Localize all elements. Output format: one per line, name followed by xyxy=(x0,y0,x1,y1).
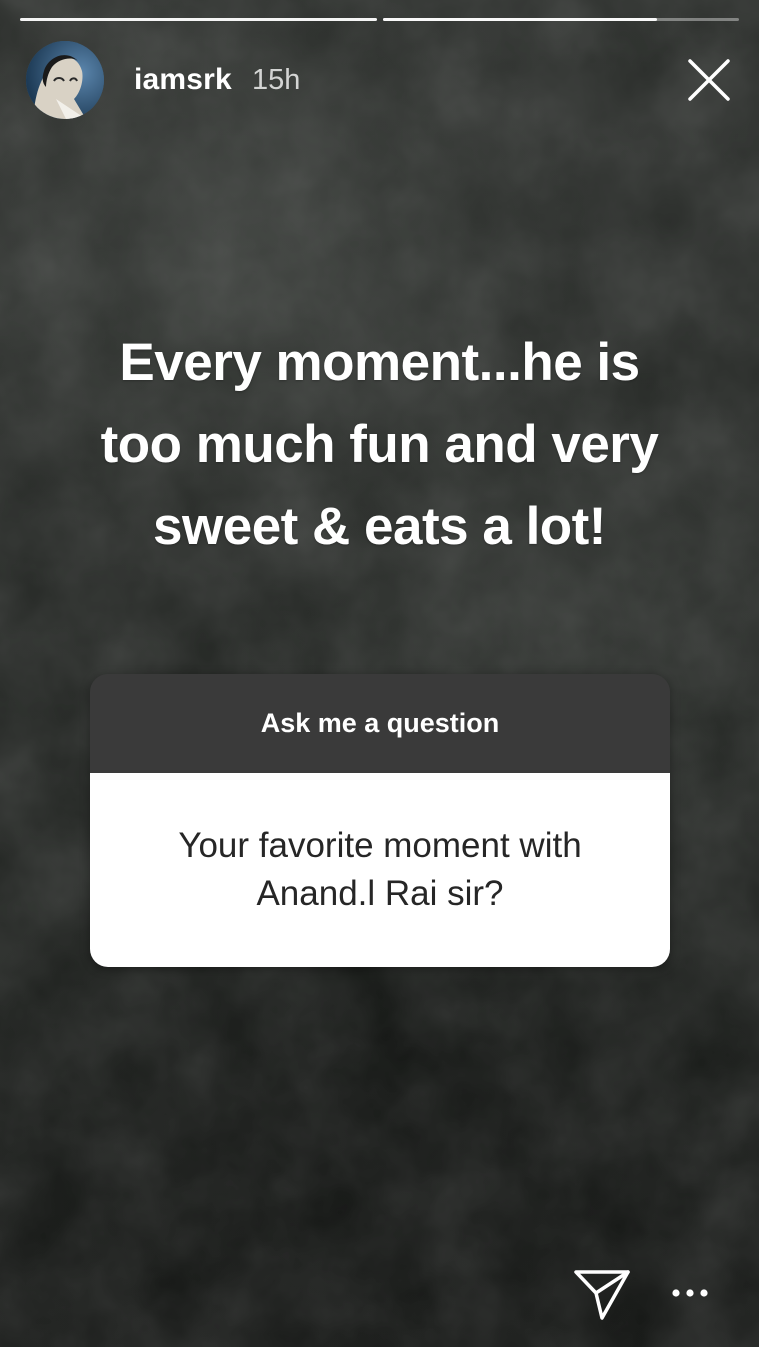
story-header: iamsrk 15h xyxy=(26,40,733,120)
more-icon[interactable] xyxy=(668,1280,712,1306)
caption-line: too much fun and very xyxy=(100,415,659,474)
progress-segment-viewed xyxy=(20,18,377,21)
story-caption: Every moment...he is too much fun and ve… xyxy=(20,322,739,568)
send-icon[interactable] xyxy=(572,1266,632,1322)
question-sticker-header: Ask me a question xyxy=(90,674,670,773)
question-text: Your favorite moment with Anand.l Rai si… xyxy=(90,773,670,967)
story-viewer[interactable]: iamsrk 15h Every moment...he is too much… xyxy=(0,0,759,1347)
username[interactable]: iamsrk xyxy=(134,63,232,97)
avatar[interactable] xyxy=(26,41,104,119)
post-time: 15h xyxy=(251,63,301,96)
story-progress-bar xyxy=(20,18,739,22)
question-sticker[interactable]: Ask me a question Your favorite moment w… xyxy=(90,674,670,967)
close-icon[interactable] xyxy=(685,56,733,104)
caption-line: Every moment...he is xyxy=(119,333,640,392)
progress-segment-current xyxy=(382,18,739,21)
caption-line: sweet & eats a lot! xyxy=(153,497,606,556)
progress-segment-fill xyxy=(382,18,657,21)
